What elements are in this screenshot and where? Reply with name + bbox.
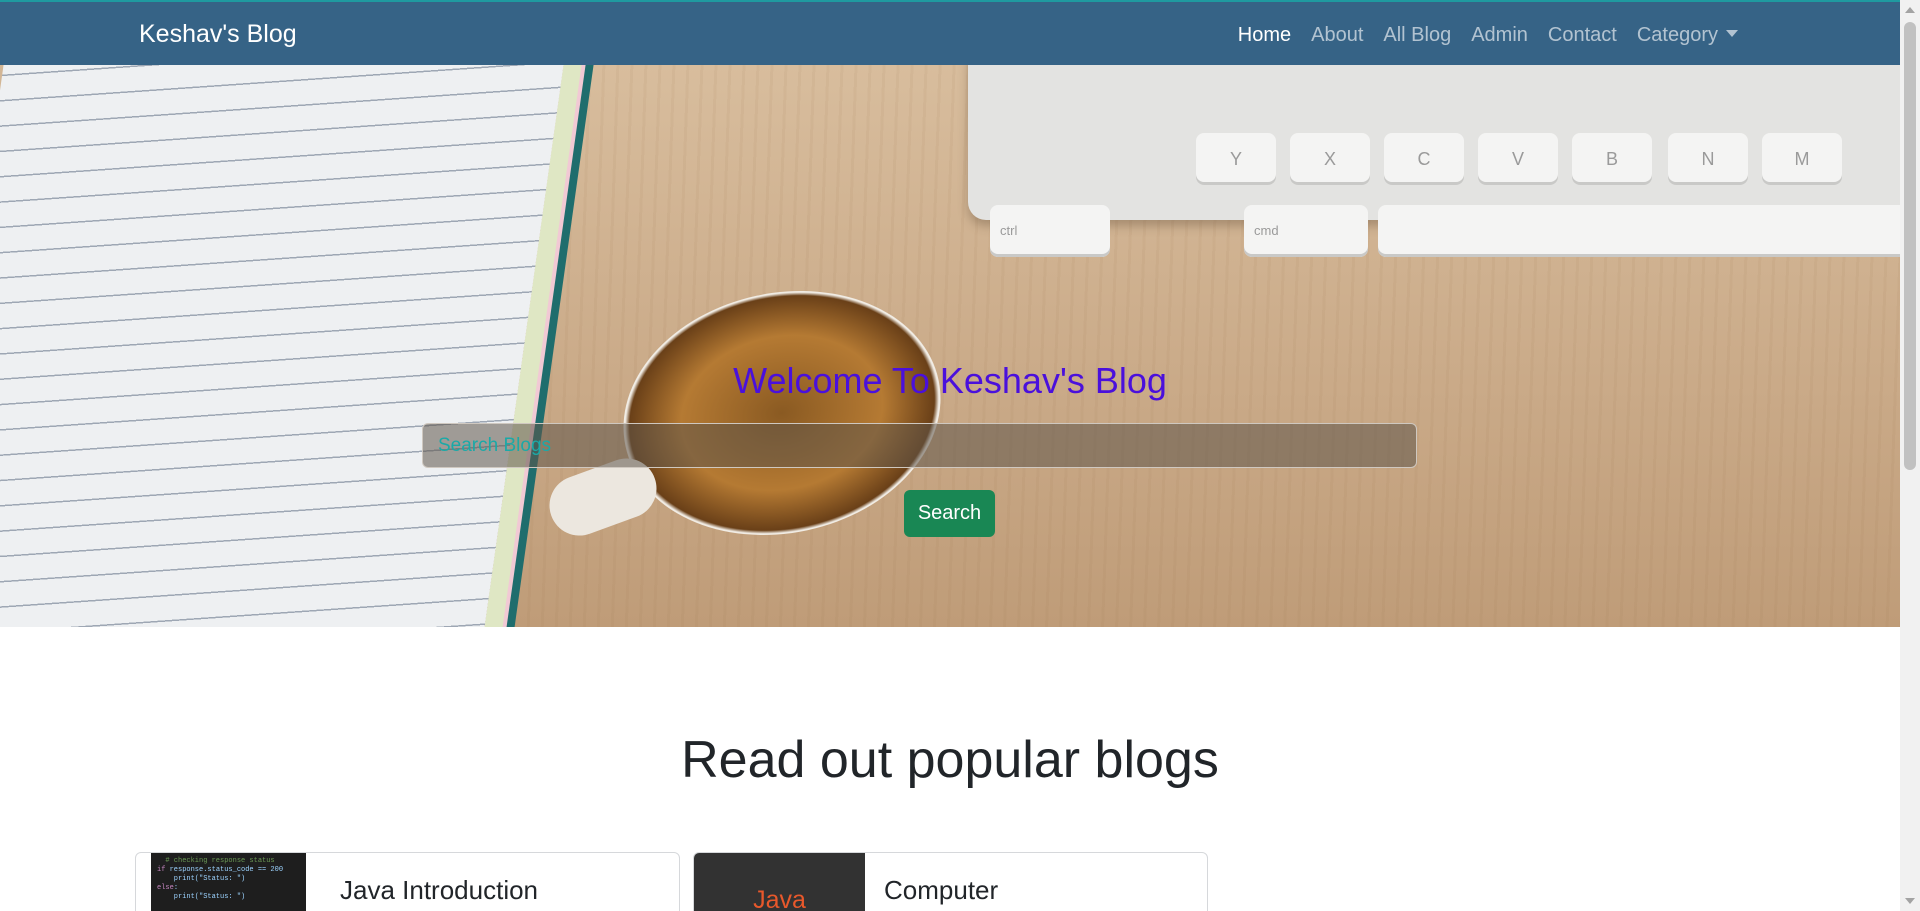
hero-banner: Y X C V B N M ctrl cmd Welcome To Keshav…	[0, 65, 1900, 627]
key: C	[1384, 133, 1464, 185]
nav-contact[interactable]: Contact	[1538, 24, 1627, 47]
scroll-down-arrow-icon[interactable]	[1905, 898, 1915, 904]
key: Y	[1196, 133, 1276, 185]
key-ctrl: ctrl	[990, 205, 1110, 257]
thumbnail-label: Java	[753, 886, 806, 911]
key: N	[1668, 133, 1748, 185]
nav-home[interactable]: Home	[1228, 24, 1301, 47]
search-button[interactable]: Search	[904, 490, 995, 537]
blog-card-title[interactable]: Computer	[884, 875, 998, 906]
nav-category-dropdown[interactable]: Category	[1627, 24, 1748, 47]
scrollbar-thumb[interactable]	[1904, 22, 1916, 470]
page: Keshav's Blog Home About All Blog Admin …	[0, 0, 1900, 911]
blog-card-title[interactable]: Java Introduction	[340, 875, 538, 906]
blog-card-thumbnail: Java	[694, 853, 865, 911]
blog-card-thumbnail: # checking response status if response.s…	[151, 853, 306, 911]
nav-links: Home About All Blog Admin Contact Catego…	[1228, 24, 1748, 47]
popular-blogs-heading: Read out popular blogs	[681, 731, 1219, 789]
key-cmd: cmd	[1244, 205, 1368, 257]
keyboard-image: Y X C V B N M ctrl cmd	[968, 65, 1900, 257]
key-space	[1378, 205, 1900, 257]
key: X	[1290, 133, 1370, 185]
key: B	[1572, 133, 1652, 185]
top-navbar: Keshav's Blog Home About All Blog Admin …	[0, 0, 1900, 65]
vertical-scrollbar[interactable]	[1900, 0, 1920, 911]
search-input[interactable]	[422, 423, 1417, 468]
nav-category-label: Category	[1636, 24, 1718, 46]
key: V	[1478, 133, 1558, 185]
brand-logo[interactable]: Keshav's Blog	[139, 20, 297, 49]
nav-about[interactable]: About	[1301, 24, 1373, 47]
scroll-up-arrow-icon[interactable]	[1905, 7, 1915, 13]
hero-title: Welcome To Keshav's Blog	[733, 360, 1167, 401]
blog-card[interactable]: Java Computer	[693, 852, 1208, 911]
notebook-image	[0, 65, 570, 627]
nav-all-blog[interactable]: All Blog	[1373, 24, 1461, 47]
blog-card[interactable]: # checking response status if response.s…	[135, 852, 680, 911]
nav-admin[interactable]: Admin	[1461, 24, 1538, 47]
key: M	[1762, 133, 1842, 185]
caret-down-icon	[1726, 30, 1738, 37]
